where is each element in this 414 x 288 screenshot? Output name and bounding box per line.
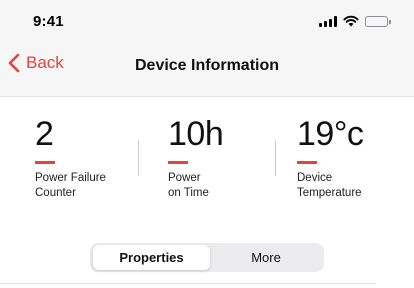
segment-more[interactable]: More <box>233 245 299 270</box>
section-divider <box>0 283 376 284</box>
stat-power-failure-counter: 2 Power Failure Counter <box>35 117 106 201</box>
status-time: 9:41 <box>33 13 64 30</box>
stat-accent-bar <box>168 161 188 164</box>
stat-divider <box>275 140 276 176</box>
page-title: Device Information <box>134 57 280 74</box>
status-icons <box>319 15 391 27</box>
stat-value: 19°c <box>297 115 364 153</box>
status-bar: 9:41 <box>0 0 414 44</box>
stat-accent-bar <box>35 161 55 164</box>
navigation-bar: Back Device Information <box>0 44 414 88</box>
stat-value: 2 <box>35 115 54 153</box>
segment-properties[interactable]: Properties <box>93 245 210 270</box>
stat-divider <box>138 140 139 176</box>
stat-power-on-time: 10h Power on Time <box>168 115 224 201</box>
battery-icon <box>365 16 391 27</box>
stat-label: Power on Time <box>168 172 209 199</box>
stat-value: 10h <box>168 115 224 153</box>
stat-accent-bar <box>297 161 317 164</box>
stat-label: Device Temperature <box>297 172 362 199</box>
segmented-control: Properties More <box>90 243 324 272</box>
cellular-signal-icon <box>319 16 337 27</box>
stat-label: Power Failure Counter <box>35 172 106 199</box>
wifi-icon <box>343 15 359 27</box>
stat-device-temperature: 19°c Device Temperature <box>297 115 364 201</box>
